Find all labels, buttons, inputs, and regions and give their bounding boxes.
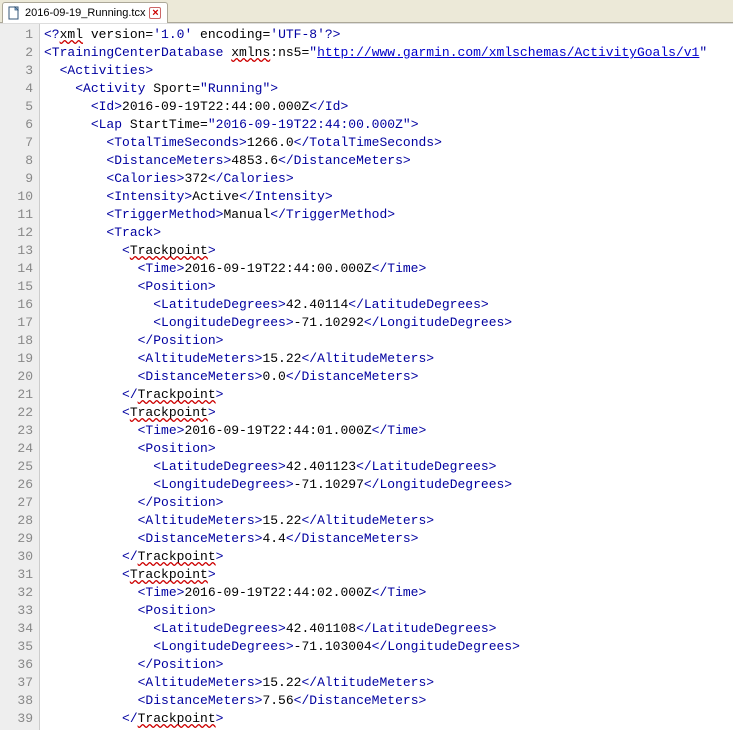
- code-line[interactable]: <Intensity>Active</Intensity>: [44, 188, 733, 206]
- line-number: 39: [0, 710, 33, 728]
- code-line[interactable]: <Trackpoint>: [44, 566, 733, 584]
- code-line[interactable]: <LatitudeDegrees>42.401123</LatitudeDegr…: [44, 458, 733, 476]
- line-number: 9: [0, 170, 33, 188]
- code-line[interactable]: <?xml version='1.0' encoding='UTF-8'?>: [44, 26, 733, 44]
- line-number: 14: [0, 260, 33, 278]
- line-number: 28: [0, 512, 33, 530]
- line-number: 26: [0, 476, 33, 494]
- code-line[interactable]: <Trackpoint>: [44, 242, 733, 260]
- code-line[interactable]: <Lap StartTime="2016-09-19T22:44:00.000Z…: [44, 116, 733, 134]
- line-number: 31: [0, 566, 33, 584]
- line-number: 11: [0, 206, 33, 224]
- code-line[interactable]: <Calories>372</Calories>: [44, 170, 733, 188]
- code-line[interactable]: <Activity Sport="Running">: [44, 80, 733, 98]
- line-number: 8: [0, 152, 33, 170]
- line-number: 1: [0, 26, 33, 44]
- code-line[interactable]: <DistanceMeters>0.0</DistanceMeters>: [44, 368, 733, 386]
- line-number: 15: [0, 278, 33, 296]
- code-line[interactable]: <Time>2016-09-19T22:44:02.000Z</Time>: [44, 584, 733, 602]
- code-line[interactable]: </Trackpoint>: [44, 710, 733, 728]
- code-line[interactable]: </Position>: [44, 656, 733, 674]
- file-icon: [7, 6, 21, 20]
- code-line[interactable]: <LongitudeDegrees>-71.10297</LongitudeDe…: [44, 476, 733, 494]
- tab-filename: 2016-09-19_Running.tcx: [25, 7, 145, 19]
- code-line[interactable]: <Time>2016-09-19T22:44:01.000Z</Time>: [44, 422, 733, 440]
- code-line[interactable]: <LongitudeDegrees>-71.103004</LongitudeD…: [44, 638, 733, 656]
- code-line[interactable]: <LongitudeDegrees>-71.10292</LongitudeDe…: [44, 314, 733, 332]
- line-number: 30: [0, 548, 33, 566]
- close-icon[interactable]: ×: [149, 7, 161, 19]
- code-line[interactable]: <DistanceMeters>4.4</DistanceMeters>: [44, 530, 733, 548]
- line-number: 3: [0, 62, 33, 80]
- code-line[interactable]: <Position>: [44, 602, 733, 620]
- line-number: 29: [0, 530, 33, 548]
- file-tab[interactable]: 2016-09-19_Running.tcx ×: [2, 2, 168, 23]
- tab-bar: 2016-09-19_Running.tcx ×: [0, 0, 733, 23]
- code-line[interactable]: <TrainingCenterDatabase xmlns:ns5="http:…: [44, 44, 733, 62]
- code-line[interactable]: <TotalTimeSeconds>1266.0</TotalTimeSecon…: [44, 134, 733, 152]
- code-line[interactable]: <Track>: [44, 224, 733, 242]
- line-number: 38: [0, 692, 33, 710]
- line-number: 21: [0, 386, 33, 404]
- line-number: 6: [0, 116, 33, 134]
- line-number: 4: [0, 80, 33, 98]
- code-line[interactable]: <LatitudeDegrees>42.40114</LatitudeDegre…: [44, 296, 733, 314]
- editor: 1234567891011121314151617181920212223242…: [0, 23, 733, 730]
- line-number: 35: [0, 638, 33, 656]
- code-line[interactable]: <DistanceMeters>4853.6</DistanceMeters>: [44, 152, 733, 170]
- line-number: 13: [0, 242, 33, 260]
- code-line[interactable]: <Activities>: [44, 62, 733, 80]
- code-line[interactable]: <AltitudeMeters>15.22</AltitudeMeters>: [44, 674, 733, 692]
- line-number: 25: [0, 458, 33, 476]
- line-number: 10: [0, 188, 33, 206]
- code-line[interactable]: <DistanceMeters>7.56</DistanceMeters>: [44, 692, 733, 710]
- line-number: 20: [0, 368, 33, 386]
- line-number: 24: [0, 440, 33, 458]
- code-line[interactable]: <Trackpoint>: [44, 404, 733, 422]
- line-number: 2: [0, 44, 33, 62]
- line-number: 19: [0, 350, 33, 368]
- code-line[interactable]: <AltitudeMeters>15.22</AltitudeMeters>: [44, 350, 733, 368]
- code-line[interactable]: </Position>: [44, 494, 733, 512]
- code-area[interactable]: <?xml version='1.0' encoding='UTF-8'?><T…: [40, 24, 733, 730]
- code-line[interactable]: </Position>: [44, 332, 733, 350]
- line-number: 16: [0, 296, 33, 314]
- line-number: 36: [0, 656, 33, 674]
- code-line[interactable]: <Position>: [44, 440, 733, 458]
- line-number: 17: [0, 314, 33, 332]
- code-line[interactable]: <Time>2016-09-19T22:44:00.000Z</Time>: [44, 260, 733, 278]
- line-number: 18: [0, 332, 33, 350]
- line-number: 5: [0, 98, 33, 116]
- line-number: 12: [0, 224, 33, 242]
- line-number: 23: [0, 422, 33, 440]
- code-line[interactable]: <TriggerMethod>Manual</TriggerMethod>: [44, 206, 733, 224]
- line-number: 27: [0, 494, 33, 512]
- line-number-gutter: 1234567891011121314151617181920212223242…: [0, 24, 40, 730]
- code-line[interactable]: </Trackpoint>: [44, 386, 733, 404]
- line-number: 33: [0, 602, 33, 620]
- code-line[interactable]: <AltitudeMeters>15.22</AltitudeMeters>: [44, 512, 733, 530]
- line-number: 7: [0, 134, 33, 152]
- line-number: 37: [0, 674, 33, 692]
- code-line[interactable]: </Trackpoint>: [44, 548, 733, 566]
- line-number: 34: [0, 620, 33, 638]
- code-line[interactable]: <LatitudeDegrees>42.401108</LatitudeDegr…: [44, 620, 733, 638]
- line-number: 22: [0, 404, 33, 422]
- line-number: 32: [0, 584, 33, 602]
- code-line[interactable]: <Id>2016-09-19T22:44:00.000Z</Id>: [44, 98, 733, 116]
- code-line[interactable]: <Position>: [44, 278, 733, 296]
